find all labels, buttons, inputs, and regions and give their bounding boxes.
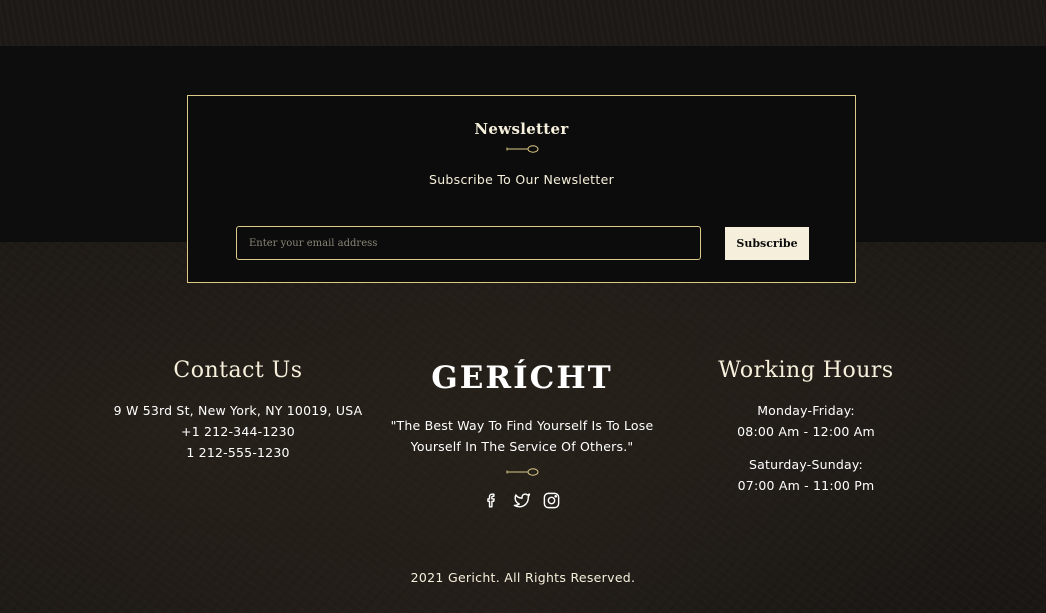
spoon-divider-icon [506,145,539,153]
contact-phone-secondary: 1 212-555-1230 [186,445,290,460]
hours-weekend-label: Saturday-Sunday: [749,457,863,472]
email-input[interactable] [236,226,701,260]
spoon-divider-icon [506,468,539,476]
top-strip [0,0,1046,46]
instagram-icon[interactable] [542,491,561,510]
brand-logo[interactable]: GERÍCHT [372,360,672,396]
facebook-icon[interactable] [482,491,501,510]
hours-weekday-label: Monday-Friday: [757,403,855,418]
newsletter-box: Newsletter Subscribe To Our Newsletter S… [187,95,856,283]
contact-phone-primary: +1 212-344-1230 [181,424,295,439]
newsletter-title: Newsletter [474,120,569,138]
copyright-text: 2021 Gericht. All Rights Reserved. [410,570,636,585]
hours-weekday-time: 08:00 Am - 12:00 Am [737,424,875,439]
social-links [482,491,561,511]
brand-quote: "The Best Way To Find Yourself Is To Los… [390,418,654,454]
contact-address: 9 W 53rd St, New York, NY 10019, USA [113,403,363,418]
hours-weekend-time: 07:00 Am - 11:00 Pm [737,478,875,493]
subscribe-button[interactable]: Subscribe [725,227,809,260]
twitter-icon[interactable] [512,491,531,510]
newsletter-subtitle: Subscribe To Our Newsletter [428,172,615,187]
hours-title: Working Hours [718,358,894,383]
contact-title: Contact Us [173,358,303,383]
